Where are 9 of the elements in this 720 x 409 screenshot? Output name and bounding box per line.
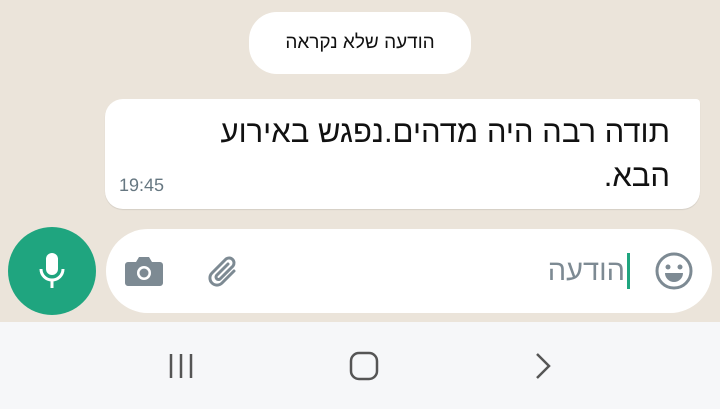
- message-text: תודה רבה היה מדהים.נפגש באירוע הבא.: [220, 113, 670, 195]
- camera-icon: [124, 254, 164, 288]
- text-cursor: [627, 253, 630, 289]
- unread-banner: הודעה שלא נקראה: [249, 12, 471, 74]
- message-input[interactable]: הודעה: [483, 254, 627, 288]
- emoji-icon: [654, 251, 694, 291]
- message-time: 19:45: [119, 175, 164, 196]
- microphone-icon: [37, 251, 67, 291]
- home-icon: [348, 350, 380, 382]
